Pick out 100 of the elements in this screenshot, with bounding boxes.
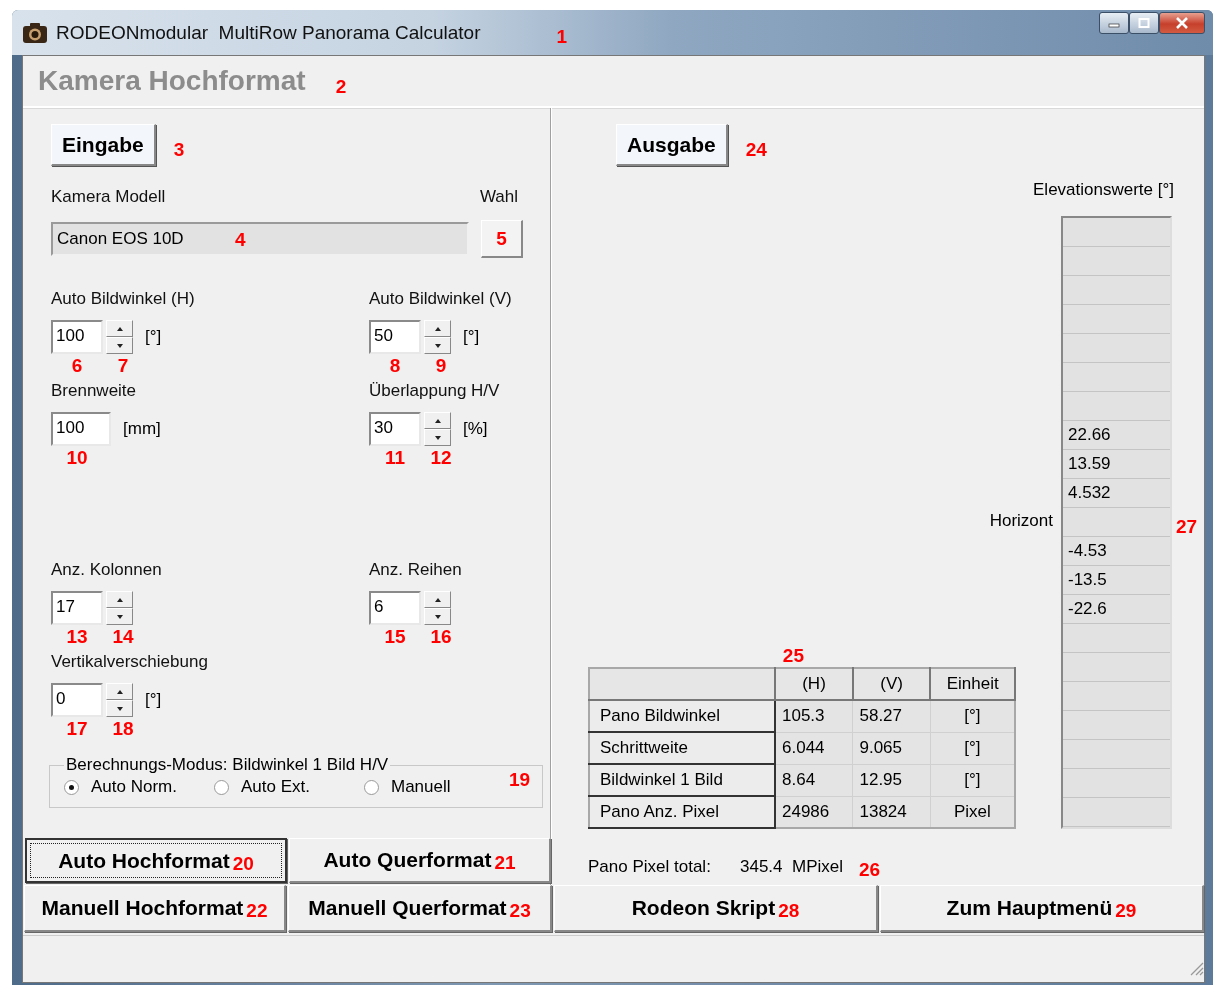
number-field[interactable]: 0: [51, 683, 103, 717]
elevation-cell: -4.53: [1063, 537, 1170, 566]
radio-button[interactable]: [364, 779, 379, 795]
number-field[interactable]: 100: [51, 412, 111, 446]
field-label: Auto Bildwinkel (H): [51, 289, 195, 309]
row-header: Bildwinkel 1 Bild: [589, 764, 775, 796]
spin-up-button[interactable]: [424, 591, 451, 608]
spin-up-button[interactable]: [106, 591, 133, 608]
elevation-cell: -13.5: [1063, 566, 1170, 595]
radio-label[interactable]: Auto Norm.: [91, 777, 177, 797]
table-cell: 105.3: [775, 700, 853, 732]
action-button[interactable]: Manuell Querformat23: [288, 885, 552, 932]
down-arrow-icon: [434, 614, 441, 619]
spin-down-button[interactable]: [106, 700, 133, 717]
field-label: Vertikalverschiebung: [51, 652, 208, 672]
down-arrow-icon: [434, 435, 441, 440]
callout-number: 13: [65, 626, 89, 648]
minimize-button[interactable]: [1099, 12, 1129, 34]
spin-down-button[interactable]: [424, 429, 451, 446]
section-button[interactable]: Ausgabe: [616, 124, 728, 166]
close-button[interactable]: [1159, 12, 1205, 34]
field-label: Wahl: [479, 187, 518, 207]
column-header: (V): [853, 668, 931, 700]
field-label: Kamera Modell: [51, 187, 166, 207]
callout-number: 16: [429, 626, 453, 648]
callout-number: 24: [745, 139, 767, 161]
row-header: Pano Bildwinkel: [589, 700, 775, 732]
down-arrow-icon: [116, 614, 123, 619]
table-cell: 12.95: [853, 764, 931, 796]
up-arrow-icon: [116, 597, 123, 602]
radio-button[interactable]: [64, 779, 79, 795]
spin-down-button[interactable]: [424, 608, 451, 625]
number-field[interactable]: 17: [51, 591, 103, 625]
page-heading: Kamera Hochformat: [38, 65, 306, 97]
action-button[interactable]: Zum Hauptmenü 29: [880, 885, 1204, 932]
up-arrow-icon: [434, 597, 441, 602]
total-value: 345.4 MPixel: [740, 857, 843, 877]
down-arrow-icon: [116, 343, 123, 348]
callout-number: 27: [1176, 515, 1198, 538]
number-field[interactable]: 50: [369, 320, 421, 354]
column-title: Elevationswerte [°]: [1033, 180, 1174, 200]
radio-label[interactable]: Manuell: [391, 777, 451, 797]
callout-number: 3: [173, 139, 185, 161]
elevation-cell: 13.59: [1063, 450, 1170, 479]
field-label: Überlappung H/V: [369, 381, 500, 401]
window-title: RODEONmodular MultiRow Panorama Calculator: [56, 21, 481, 44]
up-arrow-icon: [434, 326, 441, 331]
table-cell: 9.065: [853, 732, 931, 764]
unit-label: [°]: [145, 690, 162, 710]
close-icon: [1175, 17, 1189, 29]
row-header: Schrittweite: [589, 732, 775, 764]
up-arrow-icon: [434, 418, 441, 423]
spin-up-button[interactable]: [424, 412, 451, 429]
field-label: Anz. Reihen: [369, 560, 462, 580]
radio-label[interactable]: Auto Ext.: [241, 777, 310, 797]
camera-model-field[interactable]: Canon EOS 10D 4: [51, 222, 469, 256]
unit-label: [°]: [463, 327, 480, 347]
spin-up-button[interactable]: [106, 683, 133, 700]
callout-number: 11: [383, 447, 407, 469]
callout-number: 5: [496, 227, 507, 249]
callout-number: 20: [232, 852, 254, 875]
callout-number: 26: [859, 859, 881, 881]
number-field[interactable]: 6: [369, 591, 421, 625]
number-field[interactable]: 100: [51, 320, 103, 354]
unit-label: [°]: [145, 327, 162, 347]
elevation-cell: 22.66: [1063, 421, 1170, 450]
callout-number: 2: [335, 76, 347, 98]
action-button[interactable]: Rodeon Skript 28: [554, 885, 878, 932]
horizon-label: Horizont: [989, 510, 1053, 531]
spin-down-button[interactable]: [424, 337, 451, 354]
column-header: (H): [775, 668, 853, 700]
callout-number: 19: [509, 769, 531, 791]
radio-button[interactable]: [214, 779, 229, 795]
callout-number: 22: [246, 900, 268, 922]
action-button[interactable]: Auto Hochformat20: [25, 838, 287, 883]
table-cell: 8.64: [775, 764, 853, 796]
down-arrow-icon: [434, 343, 441, 348]
callout-number: 12: [429, 447, 453, 469]
column-header: Einheit: [930, 668, 1015, 700]
table-cell: 6.044: [775, 732, 853, 764]
spin-up-button[interactable]: [424, 320, 451, 337]
number-field[interactable]: 30: [369, 412, 421, 446]
action-button[interactable]: Manuell Hochformat 22: [24, 885, 286, 932]
callout-number: 14: [111, 626, 135, 648]
spin-up-button[interactable]: [106, 320, 133, 337]
spin-down-button[interactable]: [106, 608, 133, 625]
maximize-icon: [1138, 18, 1150, 28]
callout-number: 1: [556, 25, 568, 48]
spin-down-button[interactable]: [106, 337, 133, 354]
section-button[interactable]: Eingabe: [51, 124, 156, 166]
maximize-button[interactable]: [1129, 12, 1159, 34]
choose-button[interactable]: 5: [481, 220, 523, 258]
callout-number: 25: [782, 645, 804, 667]
action-button[interactable]: Auto Querformat21: [289, 838, 551, 883]
up-arrow-icon: [116, 326, 123, 331]
unit-label: [%]: [463, 419, 488, 439]
callout-number: 6: [70, 355, 84, 377]
callout-number: 15: [383, 626, 407, 648]
callout-number: 28: [778, 900, 800, 922]
total-label: Pano Pixel total:: [588, 857, 712, 877]
